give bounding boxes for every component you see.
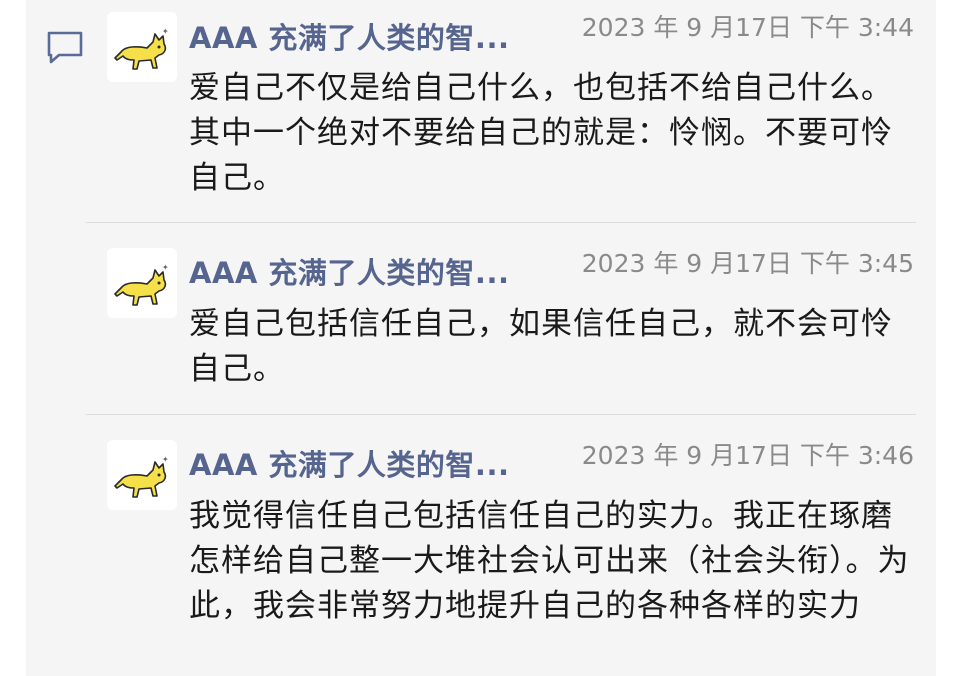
comment-author[interactable]: AAA 充满了人类的智... (189, 253, 509, 293)
cat-icon: ✦ (114, 455, 169, 498)
comment-text: 爱自己包括信任自己，如果信任自己，就不会可怜自己。 (189, 306, 893, 387)
cat-icon: ✦ (114, 263, 169, 306)
comment-bubble-icon[interactable] (46, 30, 84, 66)
comment-timestamp: 2023 年 9 月17日 下午 3:45 (581, 249, 914, 278)
avatar[interactable]: ✦ (107, 440, 177, 510)
avatar[interactable]: ✦ (107, 12, 177, 82)
comment-divider (86, 414, 916, 415)
comment-divider (86, 222, 916, 223)
svg-text:✦: ✦ (162, 27, 169, 36)
cat-icon: ✦ (114, 27, 169, 70)
avatar[interactable]: ✦ (107, 248, 177, 318)
comment-author[interactable]: AAA 充满了人类的智... (189, 18, 509, 58)
comment-timestamp: 2023 年 9 月17日 下午 3:46 (581, 441, 914, 470)
svg-text:✦: ✦ (162, 455, 169, 464)
comment-text: 爱自己不仅是给自己什么，也包括不给自己什么。其中一个绝对不要给自己的就是：怜悯。… (189, 70, 893, 196)
comment-text: 我觉得信任自己包括信任自己的实力。我正在琢磨怎样给自己整一大堆社会认可出来（社会… (189, 498, 910, 624)
comment-timestamp: 2023 年 9 月17日 下午 3:44 (581, 13, 914, 42)
comment-author[interactable]: AAA 充满了人类的智... (189, 445, 509, 485)
svg-text:✦: ✦ (162, 263, 169, 272)
